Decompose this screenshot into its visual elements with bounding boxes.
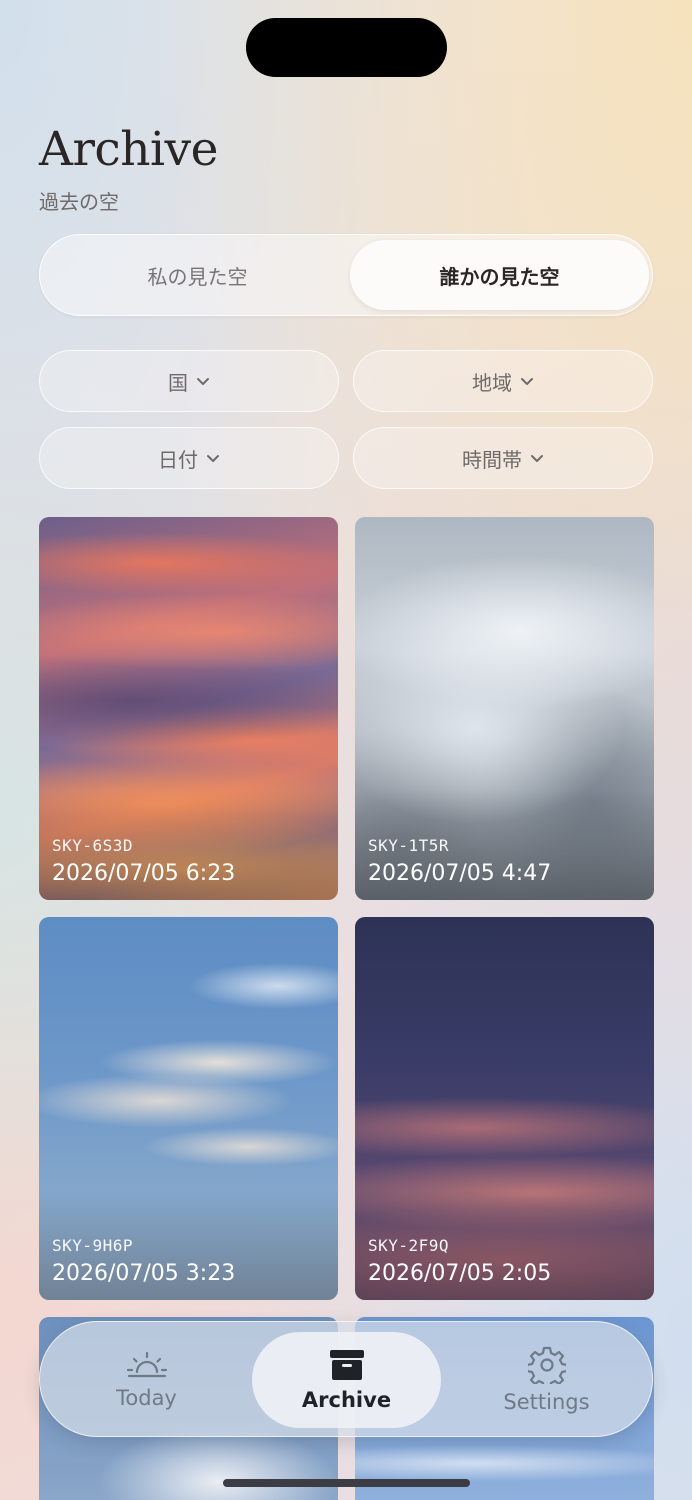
photo-datetime: 2026/07/05 2:05 (368, 1261, 552, 1286)
photo-code: SKY-1T5R (368, 836, 450, 855)
photo-meta: SKY-6S3D 2026/07/05 6:23 (52, 836, 235, 886)
chevron-down-icon (207, 455, 219, 462)
region-filter[interactable]: 地域 (353, 350, 653, 412)
photo-code: SKY-6S3D (52, 836, 134, 855)
tab-archive[interactable]: Archive (252, 1332, 441, 1428)
tab-archive-label: Archive (301, 1388, 392, 1412)
photo-datetime: 2026/07/05 4:47 (368, 861, 552, 886)
tab-bar: Today Archive Settings (39, 1321, 653, 1437)
photo-card[interactable]: SKY-9H6P 2026/07/05 3:23 (39, 917, 338, 1300)
sunrise-icon (126, 1351, 167, 1378)
segment-my-sky[interactable]: 私の見た空 (48, 240, 347, 310)
photo-code: SKY-2F9Q (368, 1236, 450, 1255)
source-segmented-control: 私の見た空 誰かの見た空 (39, 234, 653, 316)
time-of-day-filter[interactable]: 時間帯 (353, 427, 653, 489)
photo-card[interactable]: SKY-2F9Q 2026/07/05 2:05 (355, 917, 654, 1300)
date-filter[interactable]: 日付 (39, 427, 339, 489)
chevron-down-icon (521, 378, 533, 385)
archive-box-icon (329, 1350, 364, 1380)
region-filter-label: 地域 (472, 370, 512, 395)
time-of-day-filter-label: 時間帯 (462, 447, 522, 472)
chevron-down-icon (531, 455, 543, 462)
date-filter-label: 日付 (158, 447, 198, 472)
country-filter[interactable]: 国 (39, 350, 339, 412)
photo-meta: SKY-9H6P 2026/07/05 3:23 (52, 1236, 235, 1286)
photo-datetime: 2026/07/05 6:23 (52, 861, 236, 886)
tab-today-label: Today (116, 1386, 177, 1410)
tab-today[interactable]: Today (52, 1332, 241, 1428)
photo-card[interactable]: SKY-1T5R 2026/07/05 4:47 (355, 517, 654, 900)
chevron-down-icon (197, 378, 209, 385)
tab-settings-label: Settings (503, 1390, 590, 1414)
photo-datetime: 2026/07/05 3:23 (52, 1261, 236, 1286)
photo-card[interactable]: SKY-6S3D 2026/07/05 6:23 (39, 517, 338, 900)
segment-others-sky[interactable]: 誰かの見た空 (350, 240, 649, 310)
home-indicator (223, 1479, 470, 1487)
page-subtitle: 過去の空 (39, 190, 119, 214)
tab-settings[interactable]: Settings (452, 1332, 641, 1428)
country-filter-label: 国 (168, 370, 188, 395)
page-title: Archive (39, 122, 218, 177)
photo-meta: SKY-2F9Q 2026/07/05 2:05 (368, 1236, 551, 1286)
photo-code: SKY-9H6P (52, 1236, 134, 1255)
photo-meta: SKY-1T5R 2026/07/05 4:47 (368, 836, 551, 886)
gear-icon (527, 1346, 566, 1384)
dynamic-island (246, 18, 447, 77)
